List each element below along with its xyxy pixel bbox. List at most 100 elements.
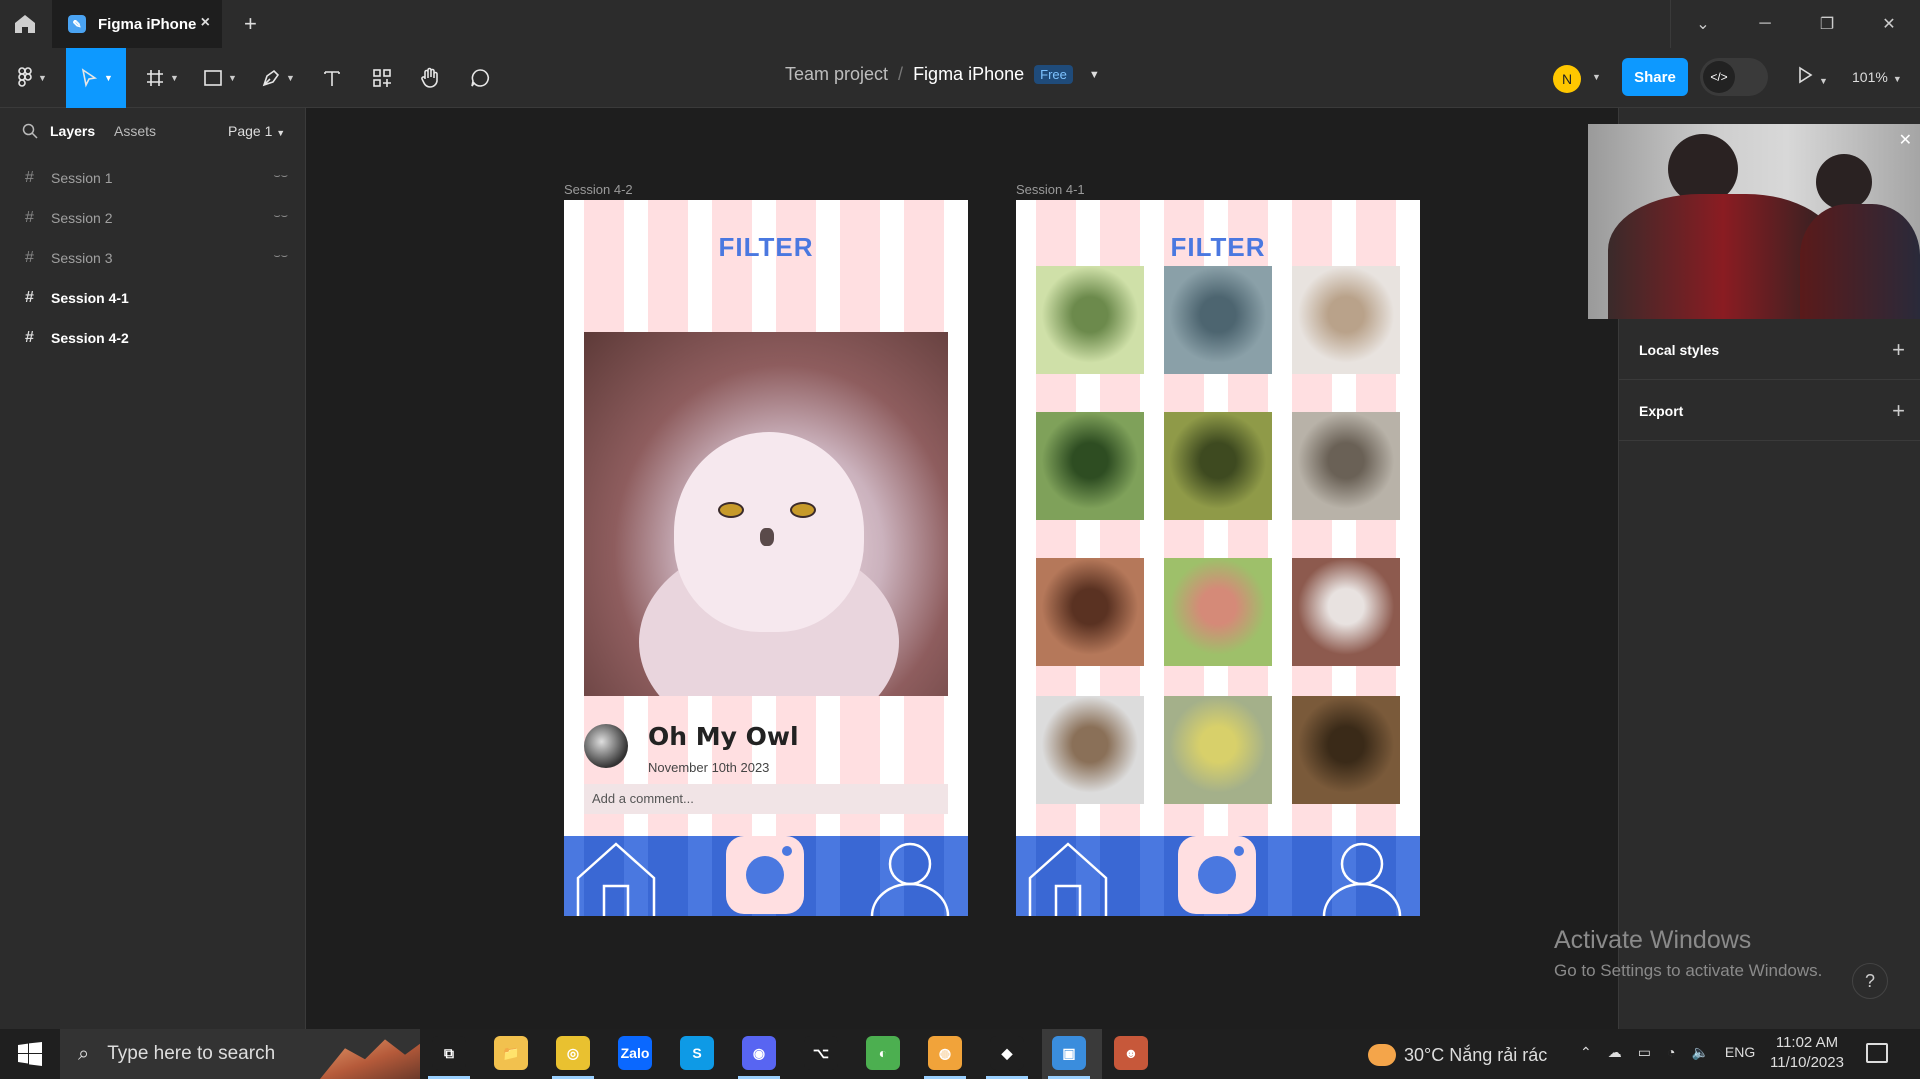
frame-label[interactable]: Session 4-1 [1016,182,1085,197]
tab-layers[interactable]: Layers [50,123,95,139]
weather-text: 30°C Nắng rải rác [1404,1044,1548,1065]
browser-icon[interactable]: ◍ [928,1036,962,1070]
figma-icon[interactable]: ◆ [990,1036,1024,1070]
profile-icon[interactable] [870,840,950,916]
tab-assets[interactable]: Assets [114,123,156,139]
bird-photo [1292,558,1400,666]
team-project-link[interactable]: Team project [785,64,888,85]
discord-icon[interactable]: ◉ [742,1036,776,1070]
home-icon[interactable] [12,12,38,36]
breadcrumb: Team project / Figma iPhone Free ▼ [785,64,1100,85]
dev-mode-toggle[interactable]: </> [1700,58,1768,96]
section-title: Local styles [1639,341,1720,358]
tabs-dropdown-icon[interactable]: ⌄ [1672,0,1734,48]
play-icon [1799,66,1813,84]
rectangle-icon [204,70,222,86]
text-tool-button[interactable] [312,48,352,108]
layer-item[interactable]: # Session 2 ⌣⌣ [0,198,306,238]
layer-item[interactable]: # Session 4-2 [0,318,306,358]
move-tool-button[interactable]: ▼ [66,48,126,108]
frame-icon: # [25,169,34,186]
hidden-eye-icon[interactable]: ⌣⌣ [274,170,288,183]
clock[interactable]: 11:02 AM 11/10/2023 [1770,1033,1844,1073]
layer-name: Session 2 [51,210,113,226]
search-icon[interactable] [22,123,38,139]
shape-tool-button[interactable]: ▼ [196,48,244,108]
frame-icon: # [25,249,34,266]
chevron-down-icon: ▼ [276,128,286,138]
weather-widget[interactable]: 30°C Nắng rải rác [1368,1044,1547,1066]
new-tab-button[interactable]: + [244,11,257,37]
hidden-eye-icon[interactable]: ⌣⌣ [274,250,288,263]
file-name[interactable]: Figma iPhone [913,64,1024,85]
hidden-eye-icon[interactable]: ⌣⌣ [274,210,288,223]
file-tab[interactable]: ✎ Figma iPhone × [52,0,222,48]
skype-icon[interactable]: S [680,1036,714,1070]
chevron-up-icon[interactable]: ⌃ [1580,1044,1592,1061]
task-view-icon[interactable]: ⧉ [432,1036,466,1070]
wifi-icon[interactable]: ◔ [1667,1044,1675,1061]
layer-item[interactable]: # Session 4-1 [0,278,306,318]
restore-icon[interactable]: ❐ [1796,0,1858,48]
resources-tool-button[interactable] [362,48,402,108]
add-export-icon[interactable]: + [1892,398,1905,424]
profile-icon[interactable] [1322,840,1402,916]
canvas[interactable]: Session 4-2 FILTER Oh My Owl November 10… [306,108,1618,1029]
breadcrumb-separator: / [898,64,904,84]
hand-tool-button[interactable] [410,48,450,108]
close-tab-icon[interactable]: × [201,14,210,32]
local-styles-section[interactable]: Local styles + [1619,320,1920,380]
layer-item[interactable]: # Session 1 ⌣⌣ [0,158,306,198]
green-app-icon[interactable]: ◐ [866,1036,900,1070]
vscode-icon[interactable]: ⌥ [804,1036,838,1070]
notification-icon[interactable] [1866,1043,1888,1063]
camera-icon[interactable] [726,836,804,914]
battery-icon[interactable]: ▭ [1638,1044,1651,1061]
page-selector[interactable]: Page 1 ▼ [228,123,285,139]
zalo-icon[interactable]: Zalo [618,1036,652,1070]
close-window-icon[interactable]: ✕ [1858,0,1920,48]
frame-tool-button[interactable]: ▼ [138,48,186,108]
frame-session-4-2[interactable]: FILTER Oh My Owl November 10th 2023 Add … [564,200,968,916]
close-icon[interactable]: ✕ [1899,130,1912,150]
home-icon[interactable] [576,840,656,916]
volume-icon[interactable]: 🔈 [1691,1044,1708,1061]
app-yellow-icon[interactable]: ◎ [556,1036,590,1070]
taskbar-search[interactable]: ⌕ Type here to search [60,1029,420,1079]
components-icon [373,69,391,87]
help-button[interactable]: ? [1852,963,1888,999]
camera-icon[interactable] [1178,836,1256,914]
main-menu-button[interactable]: ▼ [8,48,56,108]
minimize-icon[interactable]: ─ [1734,0,1796,48]
language-indicator[interactable]: ENG [1725,1044,1755,1061]
chevron-down-icon[interactable]: ▼ [1592,72,1601,82]
bird-photo [1036,696,1144,804]
video-overlay[interactable]: ✕ [1588,124,1920,319]
zoom-level: 101% [1852,69,1888,85]
post-title: Oh My Owl [648,722,799,751]
onedrive-icon[interactable]: ☁ [1608,1044,1622,1061]
comment-tool-button[interactable] [460,48,500,108]
chevron-down-icon[interactable]: ▼ [1089,69,1100,81]
search-icon: ⌕ [78,1042,90,1065]
file-explorer-icon[interactable]: 📁 [494,1036,528,1070]
bird-photo [1036,266,1144,374]
present-button[interactable]: ▼ [1796,66,1828,89]
filter-title: FILTER [1170,232,1266,262]
owl-eye-left [718,502,744,518]
comment-input[interactable]: Add a comment... [584,784,948,814]
toolbar: ▼ ▼ ▼ ▼ ▼ Team project / Figma iPhone Fr… [0,48,1920,108]
home-icon[interactable] [1028,840,1108,916]
add-style-icon[interactable]: + [1892,337,1905,363]
zoom-dropdown[interactable]: 101% ▼ [1852,69,1902,85]
export-section[interactable]: Export + [1619,381,1920,441]
pen-tool-button[interactable]: ▼ [254,48,302,108]
game-app-icon[interactable]: ☻ [1114,1036,1148,1070]
windows-start-icon[interactable] [18,1042,42,1066]
layer-item[interactable]: # Session 3 ⌣⌣ [0,238,306,278]
share-button[interactable]: Share [1622,58,1688,96]
user-avatar[interactable]: N [1553,65,1581,93]
frame-session-4-1[interactable]: FILTER [1016,200,1420,916]
active-app-icon[interactable]: ▣ [1052,1036,1086,1070]
frame-label[interactable]: Session 4-2 [564,182,633,197]
